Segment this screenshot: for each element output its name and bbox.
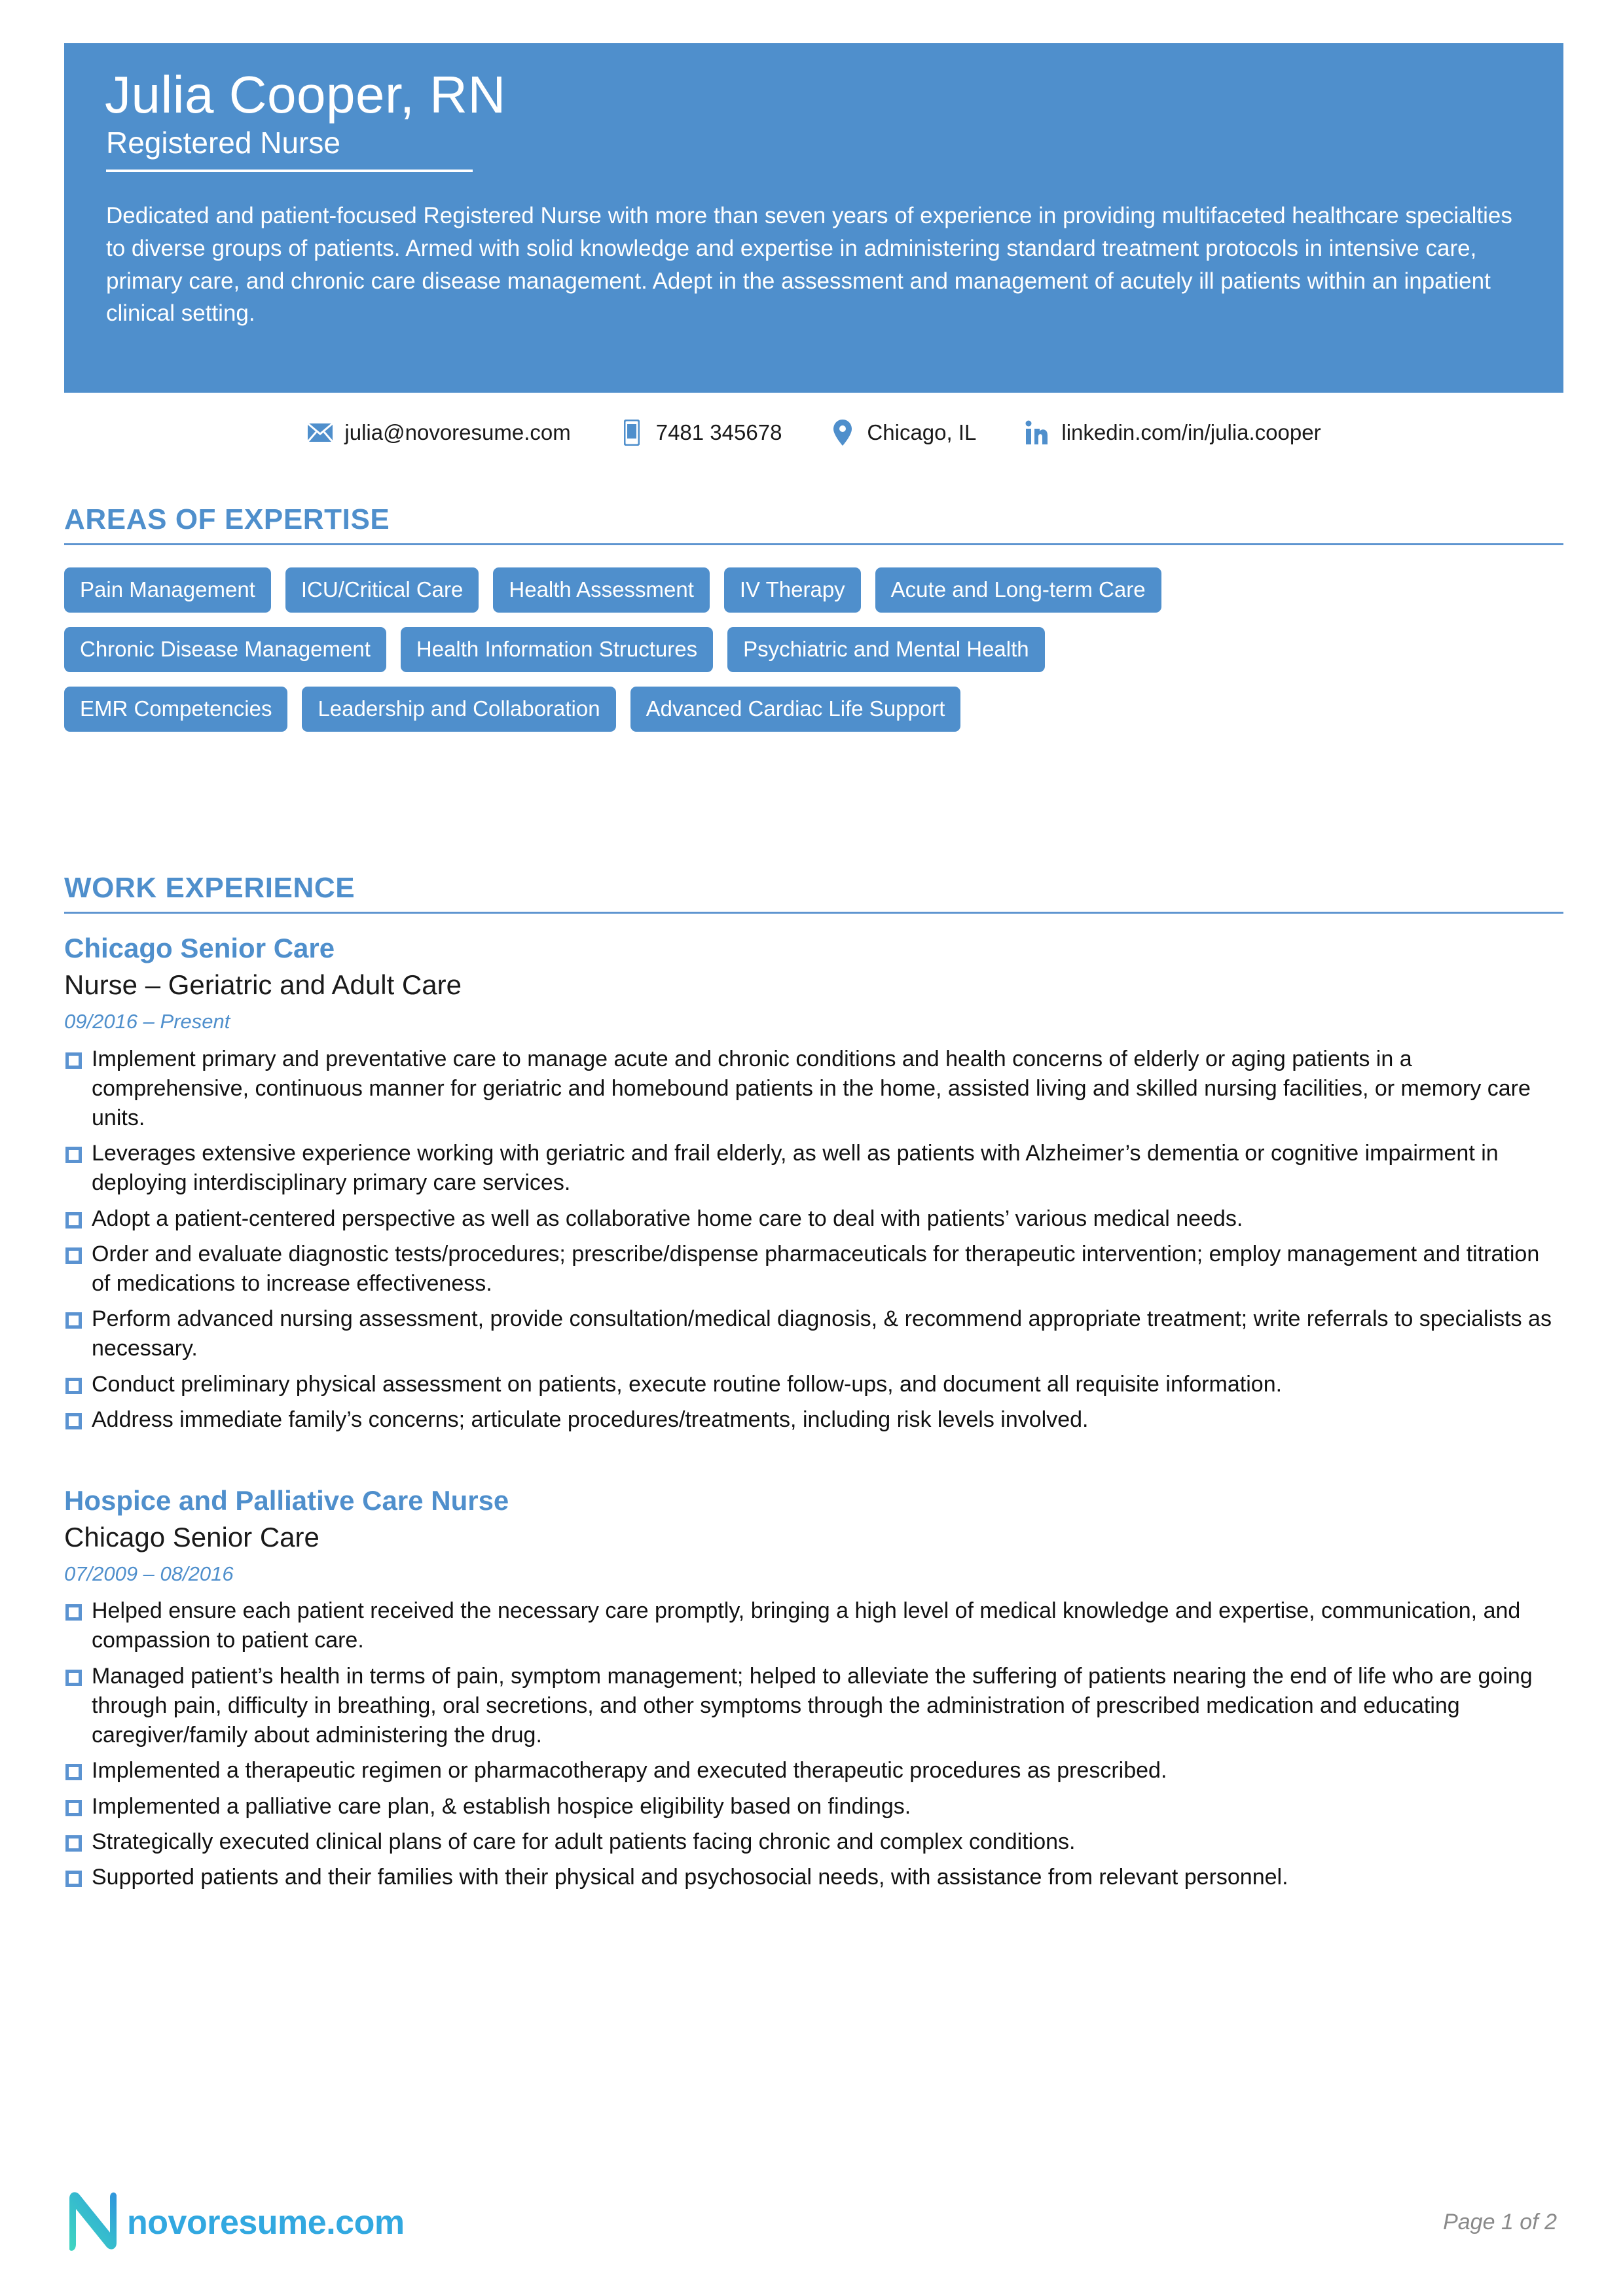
contact-phone-text: 7481 345678: [655, 420, 782, 444]
list-item-text: Leverages extensive experience working w…: [92, 1141, 1499, 1196]
experience-title-secondary: Nurse – Geriatric and Adult Care: [64, 969, 462, 1000]
list-item-text: Strategically executed clinical plans of…: [92, 1829, 1076, 1854]
expertise-tag-group: Pain Management ICU/Critical Care Health…: [64, 567, 1563, 732]
list-item-text: Order and evaluate diagnostic tests/proc…: [92, 1241, 1540, 1297]
skill-tag[interactable]: Health Assessment: [493, 567, 710, 613]
list-item-text: Implemented a palliative care plan, & es…: [92, 1793, 911, 1819]
mobile-phone-icon: [618, 419, 646, 446]
square-bullet-icon: [65, 1412, 82, 1429]
profile-summary: Dedicated and patient-focused Registered…: [106, 203, 1512, 327]
contact-email[interactable]: julia@novoresume.com: [306, 419, 571, 446]
section-work-experience: WORK EXPERIENCE Chicago Senior Care Nurs…: [64, 872, 1563, 1898]
list-item: Address immediate family’s concerns; art…: [64, 1405, 1563, 1435]
section-heading-expertise: AREAS OF EXPERTISE: [64, 503, 390, 535]
experience-bullet-list: Helped ensure each patient received the …: [64, 1596, 1563, 1892]
list-item-text: Perform advanced nursing assessment, pro…: [92, 1306, 1552, 1361]
experience-dates: 09/2016 – Present: [64, 1010, 230, 1033]
skill-tag[interactable]: Acute and Long-term Care: [875, 567, 1161, 613]
expertise-tag-row: Pain Management ICU/Critical Care Health…: [64, 567, 1563, 613]
list-item: Helped ensure each patient received the …: [64, 1596, 1563, 1655]
list-item-text: Implement primary and preventative care …: [92, 1046, 1531, 1130]
square-bullet-icon: [65, 1147, 82, 1164]
list-item: Implemented a therapeutic regimen or pha…: [64, 1756, 1563, 1785]
skill-tag[interactable]: Leadership and Collaboration: [302, 687, 616, 732]
skill-tag[interactable]: ICU/Critical Care: [285, 567, 479, 613]
resume-page: Julia Cooper, RN Registered Nurse Dedica…: [0, 0, 1623, 2296]
novoresume-logo-text: novoresume.com: [127, 2203, 405, 2242]
list-item: Implement primary and preventative care …: [64, 1045, 1563, 1134]
list-item: Implemented a palliative care plan, & es…: [64, 1792, 1563, 1821]
list-item-text: Adopt a patient-centered perspective as …: [92, 1206, 1243, 1231]
section-divider: [64, 543, 1563, 546]
experience-entry: Chicago Senior Care Nurse – Geriatric an…: [64, 932, 1563, 1435]
list-item-text: Helped ensure each patient received the …: [92, 1598, 1521, 1653]
list-item: Adopt a patient-centered perspective as …: [64, 1204, 1563, 1234]
square-bullet-icon: [65, 1835, 82, 1852]
linkedin-icon: [1023, 419, 1051, 446]
list-item: Supported patients and their families wi…: [64, 1863, 1563, 1892]
contact-bar: julia@novoresume.com 7481 345678 Chicago…: [64, 419, 1563, 446]
novoresume-n-logo-icon: [64, 2189, 120, 2255]
contact-phone[interactable]: 7481 345678: [618, 419, 782, 446]
square-bullet-icon: [65, 1052, 82, 1069]
list-item: Perform advanced nursing assessment, pro…: [64, 1304, 1563, 1363]
list-item: Strategically executed clinical plans of…: [64, 1827, 1563, 1857]
experience-title-primary: Hospice and Palliative Care Nurse: [64, 1485, 509, 1516]
contact-email-text: julia@novoresume.com: [344, 420, 571, 444]
page-footer: novoresume.com Page 1 of 2: [64, 2189, 1563, 2255]
list-item-text: Managed patient’s health in terms of pai…: [92, 1663, 1533, 1748]
experience-title-primary: Chicago Senior Care: [64, 933, 335, 964]
envelope-icon: [306, 419, 334, 446]
contact-location-text: Chicago, IL: [867, 420, 977, 444]
list-item: Leverages extensive experience working w…: [64, 1139, 1563, 1198]
list-item-text: Implemented a therapeutic regimen or pha…: [92, 1758, 1167, 1784]
list-item-text: Address immediate family’s concerns; art…: [92, 1407, 1089, 1432]
skill-tag[interactable]: Health Information Structures: [400, 627, 714, 673]
header-banner: Julia Cooper, RN Registered Nurse Dedica…: [64, 43, 1563, 393]
contact-linkedin[interactable]: linkedin.com/in/julia.cooper: [1023, 419, 1321, 446]
square-bullet-icon: [65, 1247, 82, 1264]
experience-title-secondary: Chicago Senior Care: [64, 1521, 319, 1552]
list-item-text: Supported patients and their families wi…: [92, 1865, 1288, 1890]
skill-tag[interactable]: IV Therapy: [723, 567, 861, 613]
square-bullet-icon: [65, 1604, 82, 1621]
experience-entry: Hospice and Palliative Care Nurse Chicag…: [64, 1484, 1563, 1892]
expertise-tag-row: Chronic Disease Management Health Inform…: [64, 627, 1563, 673]
square-bullet-icon: [65, 1799, 82, 1816]
skill-tag[interactable]: Advanced Cardiac Life Support: [630, 687, 961, 732]
square-bullet-icon: [65, 1211, 82, 1229]
skill-tag[interactable]: Chronic Disease Management: [64, 627, 386, 673]
contact-linkedin-text: linkedin.com/in/julia.cooper: [1061, 420, 1321, 444]
section-divider: [64, 912, 1563, 914]
skill-tag[interactable]: Psychiatric and Mental Health: [727, 627, 1045, 673]
square-bullet-icon: [65, 1764, 82, 1781]
square-bullet-icon: [65, 1377, 82, 1394]
page-number: Page 1 of 2: [1443, 2210, 1557, 2234]
experience-dates: 07/2009 – 08/2016: [64, 1562, 234, 1586]
map-pin-icon: [829, 419, 856, 446]
section-areas-of-expertise: AREAS OF EXPERTISE Pain Management ICU/C…: [64, 503, 1563, 746]
square-bullet-icon: [65, 1312, 82, 1329]
page-title: Julia Cooper, RN: [105, 65, 506, 124]
list-item-text: Conduct preliminary physical assessment …: [92, 1371, 1283, 1397]
list-item: Order and evaluate diagnostic tests/proc…: [64, 1240, 1563, 1299]
section-heading-experience: WORK EXPERIENCE: [64, 872, 356, 904]
list-item: Managed patient’s health in terms of pai…: [64, 1662, 1563, 1751]
header-subtitle: Registered Nurse: [106, 126, 473, 173]
contact-location[interactable]: Chicago, IL: [829, 419, 976, 446]
experience-bullet-list: Implement primary and preventative care …: [64, 1045, 1563, 1435]
skill-tag[interactable]: Pain Management: [64, 567, 271, 613]
skill-tag[interactable]: EMR Competencies: [64, 687, 288, 732]
expertise-tag-row: EMR Competencies Leadership and Collabor…: [64, 687, 1563, 732]
list-item: Conduct preliminary physical assessment …: [64, 1370, 1563, 1399]
novoresume-logo[interactable]: novoresume.com: [64, 2189, 405, 2255]
square-bullet-icon: [65, 1871, 82, 1888]
square-bullet-icon: [65, 1669, 82, 1686]
